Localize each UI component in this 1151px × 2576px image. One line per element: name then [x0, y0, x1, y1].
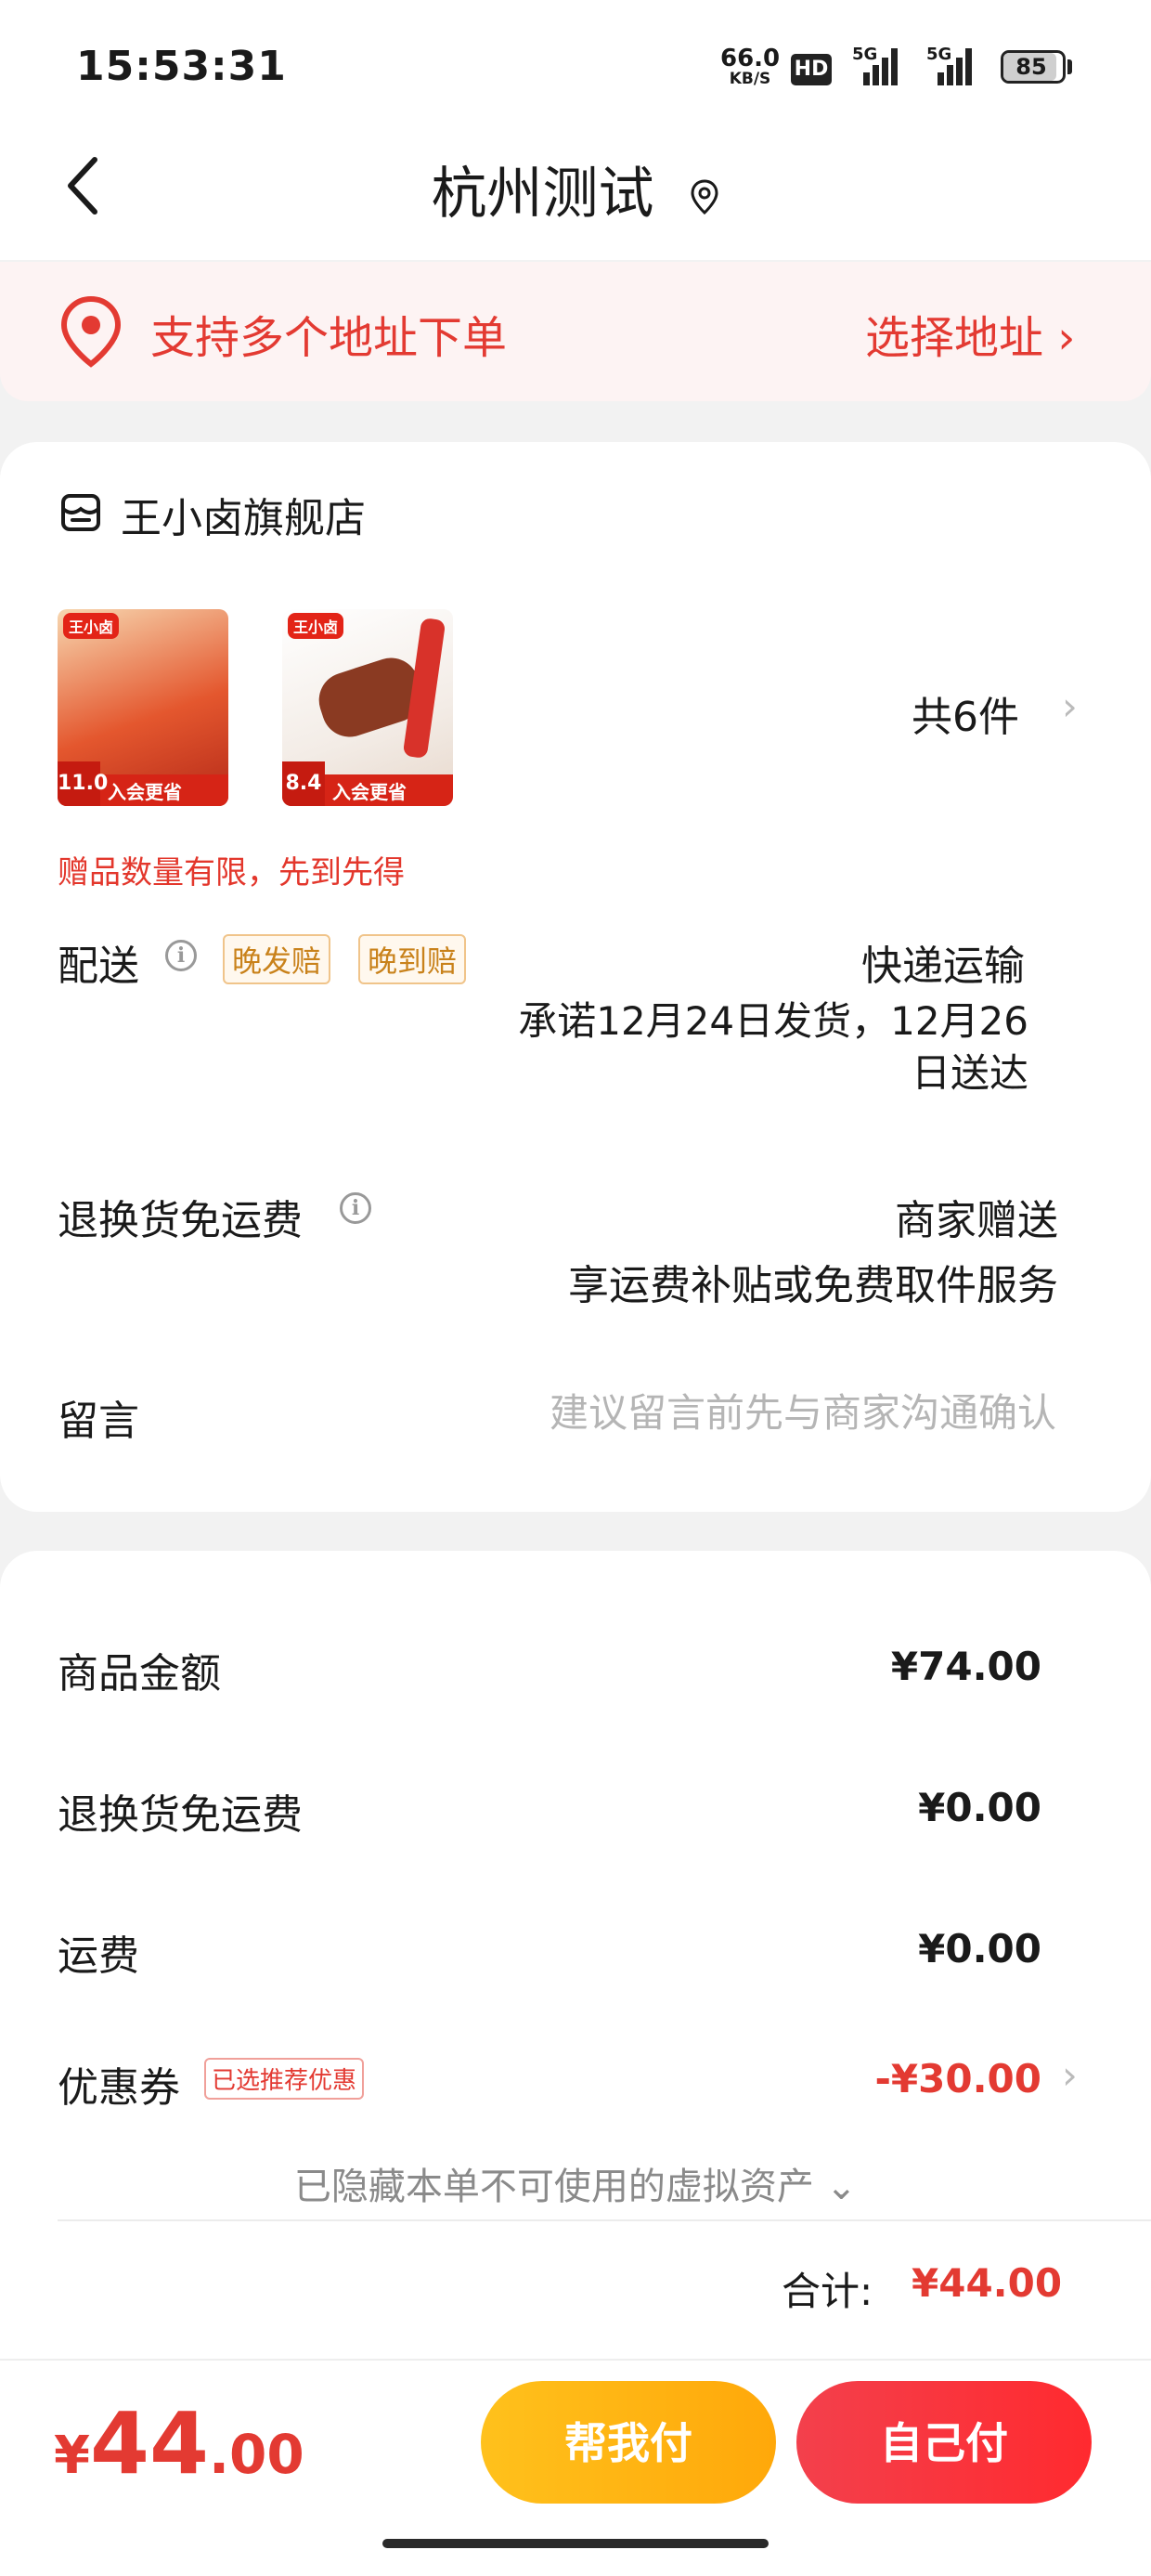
pay-myself-button[interactable]: 自己付 — [796, 2381, 1092, 2504]
chevron-left-icon — [68, 157, 97, 215]
battery-tip — [1067, 59, 1072, 74]
info-icon[interactable]: i — [165, 940, 197, 971]
message-label: 留言 — [58, 1398, 139, 1445]
chevron-right-icon[interactable]: › — [1062, 683, 1078, 729]
total-value: ¥44.00 — [912, 2260, 1063, 2306]
coupon-value[interactable]: -¥30.00 — [763, 2056, 1041, 2101]
coupon-label[interactable]: 优惠券 — [58, 2054, 180, 2114]
multi-address-text: 支持多个地址下单 — [150, 312, 508, 364]
return-shipping-value: 商家赠送 — [895, 1197, 1058, 1244]
page-title-text: 杭州测试 — [431, 162, 654, 227]
battery-level: 85 — [1015, 54, 1047, 80]
total-label: 合计: — [782, 2269, 873, 2314]
product-price-tag: 11.0 — [58, 761, 108, 806]
network-speed: 66.0 KB/S — [720, 46, 780, 87]
product-thumbnail[interactable]: 王小卤 11.0 入会更省 — [58, 609, 228, 806]
product-promo-label: 入会更省 — [108, 781, 182, 803]
network-speed-unit: KB/S — [729, 70, 771, 88]
store-icon — [59, 492, 102, 537]
product-brand-badge: 王小卤 — [63, 613, 120, 639]
return-shipping-description: 享运费补贴或免费取件服务 — [568, 1262, 1058, 1309]
shipping-fee-label: 运费 — [58, 1932, 139, 1980]
signal-icon-sim2: 5G — [919, 46, 982, 85]
return-fee-label: 退换货免运费 — [58, 1791, 303, 1839]
delivery-promise: 承诺12月24日发货，12月26 日送达 — [501, 995, 1028, 1099]
status-time: 15:53:31 — [76, 43, 287, 90]
message-input[interactable] — [464, 1384, 1058, 1441]
hidden-assets-toggle[interactable]: 已隐藏本单不可使用的虚拟资产 ⌄ — [0, 2156, 1151, 2210]
chevron-right-icon[interactable]: › — [1062, 2052, 1078, 2098]
sim1-network-label: 5G — [852, 45, 878, 64]
divider — [58, 2219, 1151, 2221]
return-shipping-label: 退换货免运费 — [58, 1197, 303, 1244]
home-indicator[interactable] — [382, 2539, 769, 2548]
pay-amount-integer: 44 — [89, 2394, 209, 2493]
item-count[interactable]: 共6件 — [912, 683, 1019, 743]
sim2-network-label: 5G — [926, 45, 952, 64]
pay-currency: ¥ — [54, 2426, 90, 2486]
page-title[interactable]: 杭州测试 — [390, 149, 761, 229]
goods-amount-label: 商品金额 — [58, 1650, 221, 1698]
shipping-fee-value: ¥0.00 — [918, 1926, 1041, 1971]
choose-address-link[interactable]: 选择地址 › — [865, 301, 1075, 366]
late-ship-compensation-tag: 晚发赔 — [223, 934, 331, 984]
product-brand-badge: 王小卤 — [288, 613, 344, 639]
pay-amount-decimal: .00 — [209, 2423, 304, 2486]
location-pin-icon — [691, 179, 718, 215]
late-arrival-compensation-tag: 晚到赔 — [358, 934, 467, 984]
network-speed-value: 66.0 — [720, 45, 781, 72]
help-me-pay-button[interactable]: 帮我付 — [481, 2381, 776, 2504]
coupon-recommended-tag: 已选推荐优惠 — [204, 2058, 365, 2100]
goods-amount-value: ¥74.00 — [890, 1644, 1041, 1689]
info-icon[interactable]: i — [340, 1192, 371, 1224]
delivery-promise-line: 承诺12月24日发货，12月26 — [518, 998, 1028, 1044]
delivery-label: 配送 — [58, 943, 139, 990]
location-pin-icon — [58, 295, 124, 371]
store-name[interactable]: 王小卤旗舰店 — [121, 485, 366, 544]
product-price-tag: 8.4 — [282, 761, 325, 806]
back-button[interactable] — [58, 139, 113, 232]
gift-notice: 赠品数量有限，先到先得 — [58, 854, 405, 891]
signal-icon-sim1: 5G — [852, 46, 906, 85]
delivery-method[interactable]: 快递运输 — [861, 932, 1025, 992]
return-fee-value: ¥0.00 — [918, 1785, 1041, 1830]
pay-amount: ¥44.00 — [54, 2401, 304, 2487]
product-promo-label: 入会更省 — [332, 781, 407, 803]
product-thumbnail[interactable]: 王小卤 8.4 入会更省 — [282, 609, 453, 806]
hd-voice-icon: HD — [791, 54, 832, 85]
delivery-promise-line: 日送达 — [911, 1050, 1028, 1096]
